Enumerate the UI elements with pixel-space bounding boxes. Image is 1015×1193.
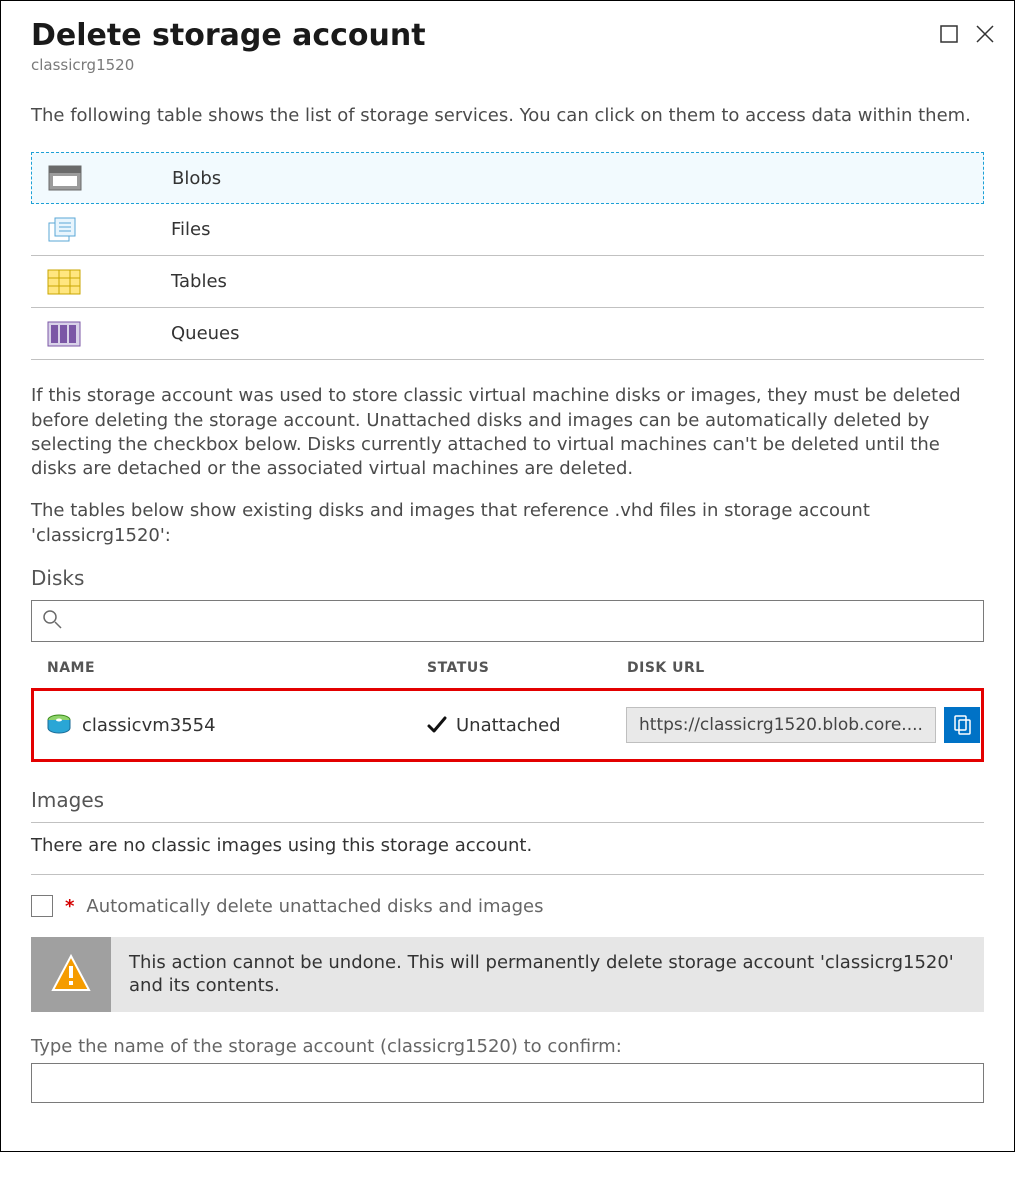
window-controls: [938, 19, 996, 45]
service-label: Blobs: [172, 168, 221, 189]
disk-status: Unattached: [456, 715, 561, 736]
maximize-button[interactable]: [938, 23, 960, 45]
images-section: There are no classic images using this s…: [31, 823, 984, 875]
tables-icon: [47, 269, 81, 295]
storage-services-list: Blobs Files Tables Queues: [31, 152, 984, 360]
required-star: *: [65, 896, 74, 917]
auto-delete-checkbox-row: * Automatically delete unattached disks …: [31, 895, 984, 917]
images-heading: Images: [31, 788, 984, 812]
service-label: Tables: [171, 271, 227, 292]
blade-content: The following table shows the list of st…: [1, 86, 1014, 1103]
service-row-queues[interactable]: Queues: [31, 308, 984, 360]
disks-heading: Disks: [31, 566, 984, 590]
service-label: Files: [171, 219, 211, 240]
search-icon: [42, 609, 62, 634]
confirm-label: Type the name of the storage account (cl…: [31, 1036, 984, 1057]
page-subtitle: classicrg1520: [31, 56, 938, 74]
disks-table-row[interactable]: classicvm3554 Unattached https://classic…: [31, 688, 984, 762]
disk-name: classicvm3554: [82, 715, 216, 736]
service-row-blobs[interactable]: Blobs: [31, 152, 984, 204]
copy-url-button[interactable]: [944, 707, 980, 743]
header-text: Delete storage account classicrg1520: [31, 19, 938, 74]
notice-paragraph-2: The tables below show existing disks and…: [31, 499, 984, 548]
auto-delete-label: Automatically delete unattached disks an…: [86, 896, 543, 917]
col-header-name: NAME: [47, 660, 427, 676]
blade-header: Delete storage account classicrg1520: [1, 1, 1014, 86]
intro-text: The following table shows the list of st…: [31, 104, 984, 128]
notice-paragraph-1: If this storage account was used to stor…: [31, 384, 984, 481]
blobs-icon: [48, 165, 82, 191]
service-row-files[interactable]: Files: [31, 204, 984, 256]
service-label: Queues: [171, 323, 240, 344]
close-button[interactable]: [974, 23, 996, 45]
disk-url-field[interactable]: https://classicrg1520.blob.core....: [626, 707, 936, 743]
disk-icon: [46, 714, 72, 736]
col-header-status: STATUS: [427, 660, 627, 676]
disks-search-box[interactable]: [31, 600, 984, 642]
files-icon: [47, 217, 81, 243]
warning-banner: This action cannot be undone. This will …: [31, 937, 984, 1012]
checkmark-icon: [426, 714, 448, 736]
col-header-url: DISK URL: [627, 660, 978, 676]
warning-icon: [31, 937, 111, 1012]
disks-search-input[interactable]: [62, 611, 973, 631]
images-empty-message: There are no classic images using this s…: [31, 835, 984, 856]
confirm-input[interactable]: [31, 1063, 984, 1103]
disks-table-header: NAME STATUS DISK URL: [31, 648, 984, 688]
page-title: Delete storage account: [31, 19, 938, 52]
service-row-tables[interactable]: Tables: [31, 256, 984, 308]
warning-text: This action cannot be undone. This will …: [111, 937, 984, 1012]
queues-icon: [47, 321, 81, 347]
auto-delete-checkbox[interactable]: [31, 895, 53, 917]
